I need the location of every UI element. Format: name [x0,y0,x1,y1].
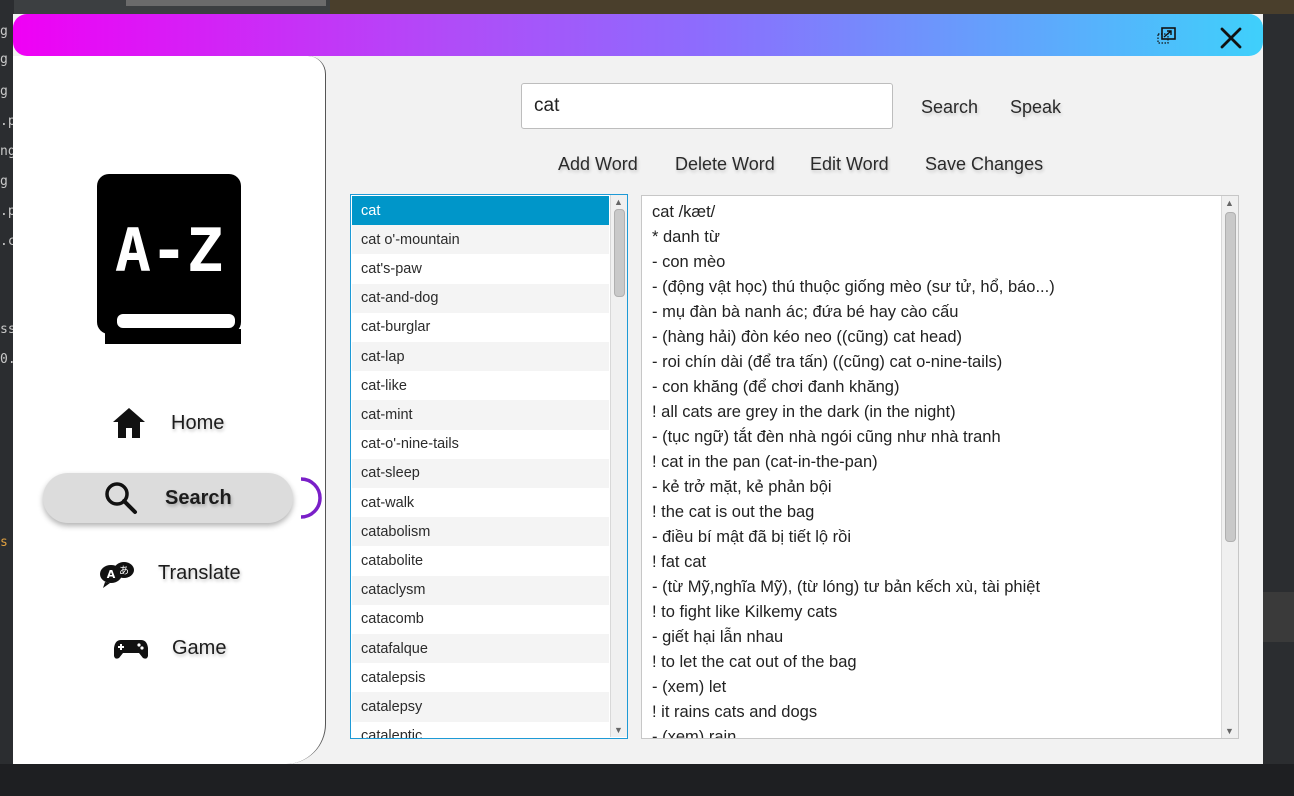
definition-line: ! it rains cats and dogs [652,703,818,721]
background-ide-char: s [0,535,8,550]
word-list-item[interactable]: catafalque [352,634,609,664]
search-button[interactable]: Search [921,97,978,118]
word-list-item[interactable]: cat-walk [352,488,609,517]
dictionary-app-window: A-Z Home Search A あ Translate Game cat S… [13,14,1263,764]
restore-window-icon [1157,27,1176,44]
app-logo: A-Z [97,174,241,344]
logo-text: A-Z [115,216,223,286]
word-list-item[interactable]: cat-lap [352,342,609,372]
definition-line: ! to let the cat out of the bag [652,653,857,671]
definition-line: - (xem) let [652,678,727,696]
word-list-item[interactable]: catabolite [352,546,609,575]
translate-icon: A あ [100,562,134,588]
scroll-down-arrow-icon[interactable]: ▼ [614,725,623,735]
svg-text:あ: あ [119,565,129,577]
word-list[interactable]: cat cat o'-mountain cat's-paw cat-and-dog ca… [350,194,628,739]
definition-scroll-thumb[interactable] [1225,212,1236,542]
delete-word-button[interactable]: Delete Word [675,154,775,175]
word-list-item[interactable]: catabolism [352,517,609,547]
close-icon [1220,27,1242,49]
sidebar: A-Z Home Search A あ Translate Game [13,56,326,764]
word-list-item[interactable]: cat-mint [352,400,609,430]
definition-panel[interactable]: cat /kæt/ * danh từ - con mèo - (động vật h… [641,195,1239,739]
svg-text:A: A [107,568,116,581]
nav-item-translate[interactable]: A あ Translate [43,548,293,598]
definition-scrollbar[interactable]: ▲ ▼ [1221,196,1238,738]
definition-line: - con mèo [652,253,726,271]
definition-line: cat /kæt/ [652,203,716,221]
word-list-item[interactable]: cat [352,196,609,226]
word-list-item[interactable]: catalepsy [352,692,609,722]
edit-word-button[interactable]: Edit Word [810,154,889,175]
word-list-item[interactable]: catalepsis [352,663,609,692]
definition-line: - kẻ trở mặt, kẻ phản bội [652,478,832,496]
nav-item-game[interactable]: Game [43,623,293,673]
word-list-item[interactable]: cat-o'-nine-tails [352,430,609,459]
definition-line: - roi chín dài (để tra tấn) ((cũng) cat … [652,353,1003,371]
scroll-down-arrow-icon[interactable]: ▼ [1225,726,1234,736]
word-list-item[interactable]: cat's-paw [352,254,609,283]
title-bar [13,14,1263,56]
definition-line: ! the cat is out the bag [652,503,815,521]
definition-line: - (từ Mỹ,nghĩa Mỹ), (từ lóng) tư bản kếc… [652,578,1041,596]
background-ide-char: g [0,24,8,39]
nav-label-search: Search [165,486,232,509]
definition-line: ! cat in the pan (cat-in-the-pan) [652,453,878,471]
close-button[interactable] [1216,23,1246,53]
definition-line: - mụ đàn bà nanh ác; đứa bé hay cào cấu [652,303,959,321]
definition-line: ! fat cat [652,553,707,571]
background-ide-char: g [0,52,8,67]
word-list-item[interactable]: cat-burglar [352,313,609,342]
speak-button[interactable]: Speak [1010,97,1061,118]
nav-label-translate: Translate [158,561,241,584]
word-list-item[interactable]: cat-and-dog [352,283,609,313]
background-ide-char: g [0,84,8,99]
word-list-item[interactable]: catacomb [352,605,609,634]
word-list-item[interactable]: cataclysm [352,575,609,605]
definition-line: - (động vật học) thú thuộc giống mèo (sư… [652,278,1055,296]
definition-line: - điều bí mật đã bị tiết lộ rồi [652,528,852,546]
word-list-item[interactable]: cat o'-mountain [352,225,609,255]
word-list-item[interactable]: cat-sleep [352,458,609,488]
background-ide-tab [126,0,326,6]
definition-line: ! all cats are grey in the dark (in the … [652,403,956,421]
word-list-item[interactable]: cataleptic [352,722,609,738]
background-ide-right-panel [1263,14,1294,796]
background-ide-right-band [1263,592,1294,642]
add-word-button[interactable]: Add Word [558,154,638,175]
definition-line: ! to fight like Kilkemy cats [652,603,838,621]
word-list-item[interactable]: cat-like [352,371,609,400]
word-list-scroll-thumb[interactable] [614,209,625,297]
definition-line: * danh từ [652,228,720,246]
background-ide-banner [330,0,1294,14]
definition-line: - giết hại lẫn nhau [652,628,784,646]
home-icon [113,408,145,438]
definition-line: - con khăng (để chơi đanh khăng) [652,378,900,396]
scroll-up-arrow-icon[interactable]: ▲ [614,197,623,207]
nav-item-search[interactable]: Search [43,473,322,523]
search-icon [105,482,137,514]
active-indicator-arc [300,477,322,519]
restore-button[interactable] [1155,24,1181,50]
search-input[interactable] [521,83,893,129]
gamepad-icon [114,640,148,659]
nav-label-game: Game [172,636,227,659]
scroll-up-arrow-icon[interactable]: ▲ [1225,198,1234,208]
word-list-scrollbar[interactable]: ▲ ▼ [610,195,627,737]
nav-item-home[interactable]: Home [43,398,293,448]
definition-line: - (tục ngữ) tắt đèn nhà ngói cũng như nh… [652,428,1001,446]
save-changes-button[interactable]: Save Changes [925,154,1043,175]
background-ide-char: g [0,174,8,189]
definition-line: - (hàng hải) đòn kéo neo ((cũng) cat hea… [652,328,963,346]
nav-label-home: Home [171,411,225,434]
definition-line: - (xem) rain [652,728,737,739]
background-ide-bottom-panel [0,764,1294,796]
